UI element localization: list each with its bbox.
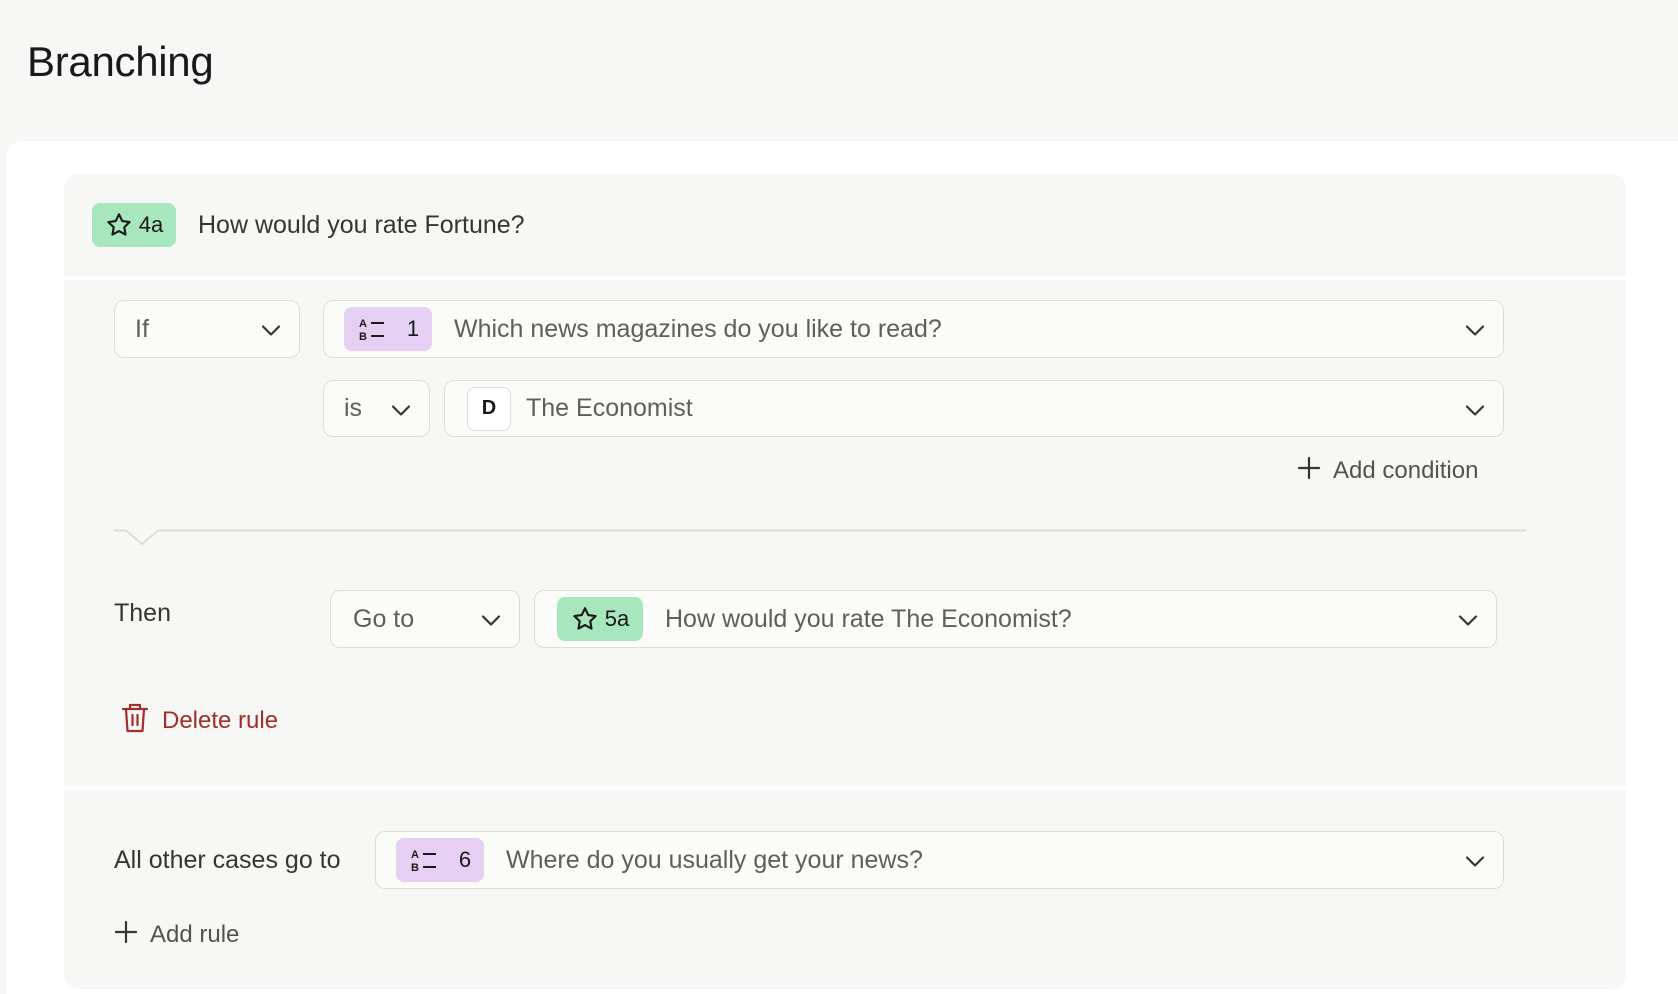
chevron-down-icon	[261, 315, 281, 344]
badge-number: 5a	[604, 606, 630, 631]
then-label: Then	[114, 599, 171, 627]
plus-icon	[114, 920, 138, 951]
target-question-select[interactable]: 5a How would you rate The Economist?	[534, 590, 1497, 648]
chevron-down-icon	[481, 605, 501, 634]
star-icon	[105, 211, 133, 239]
condition-question-text: Which news magazines do you like to read…	[454, 314, 942, 343]
plus-icon	[1297, 456, 1321, 487]
svg-text:A: A	[411, 849, 419, 861]
badge-number: 1	[406, 316, 420, 341]
divider	[64, 276, 1626, 280]
delete-rule-button[interactable]: Delete rule	[120, 703, 278, 739]
source-question-text: How would you rate Fortune?	[198, 210, 525, 239]
add-rule-button[interactable]: Add rule	[114, 918, 239, 952]
rule-divider	[114, 529, 1526, 546]
badge-number: 4a	[138, 212, 164, 237]
add-condition-label: Add condition	[1333, 457, 1479, 484]
chevron-down-icon	[1465, 846, 1485, 875]
add-rule-label: Add rule	[150, 921, 240, 948]
chevron-down-icon	[1465, 394, 1485, 423]
multiple-choice-icon: AB	[409, 846, 439, 874]
operator-select[interactable]: is	[323, 380, 430, 437]
chevron-down-icon	[1465, 315, 1485, 344]
chevron-down-icon	[391, 394, 411, 423]
choice-letter-badge: D	[467, 386, 511, 431]
divider	[64, 786, 1626, 790]
badge-number: 6	[458, 847, 472, 872]
condition-question-select[interactable]: AB 1 Which news magazines do you like to…	[323, 300, 1504, 358]
svg-text:B: B	[359, 331, 367, 343]
svg-text:B: B	[411, 862, 419, 874]
page-title: Branching	[27, 38, 214, 85]
svg-text:A: A	[359, 318, 367, 330]
action-value: Go to	[353, 604, 415, 633]
condition-question-badge: AB 1	[344, 307, 432, 351]
target-question-text: How would you rate The Economist?	[665, 604, 1072, 633]
branching-card: 4a How would you rate Fortune? If AB 1 W…	[64, 174, 1626, 989]
star-icon	[571, 605, 599, 633]
condition-value-text: The Economist	[526, 394, 693, 422]
fallback-question-select[interactable]: AB 6 Where do you usually get your news?	[375, 831, 1504, 889]
trash-icon	[120, 702, 150, 741]
chevron-down-icon	[1458, 605, 1478, 634]
delete-rule-label: Delete rule	[162, 707, 279, 734]
condition-value-select[interactable]: D The Economist	[444, 380, 1504, 437]
fallback-label: All other cases go to	[114, 846, 341, 874]
condition-type-select[interactable]: If	[114, 300, 300, 358]
target-question-badge: 5a	[557, 597, 643, 641]
fallback-question-badge: AB 6	[396, 838, 484, 882]
source-question-header: 4a How would you rate Fortune?	[64, 174, 1626, 276]
operator-value: is	[344, 394, 363, 422]
source-question-badge: 4a	[92, 203, 176, 247]
fallback-question-text: Where do you usually get your news?	[506, 845, 923, 874]
condition-type-value: If	[135, 314, 149, 343]
multiple-choice-icon: AB	[357, 315, 387, 343]
action-select[interactable]: Go to	[330, 590, 520, 648]
add-condition-button[interactable]: Add condition	[1297, 454, 1478, 488]
